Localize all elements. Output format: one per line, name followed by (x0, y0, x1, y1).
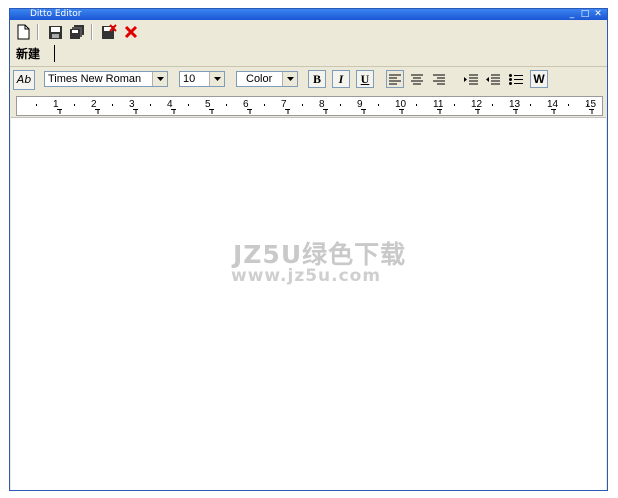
ruler-tick (150, 104, 151, 106)
minimize-icon[interactable]: _ (567, 9, 577, 19)
tab-stop-icon[interactable] (133, 109, 138, 114)
ruler-tick (378, 104, 379, 106)
tab-stop-icon[interactable] (247, 109, 252, 114)
window-title: Ditto Editor (30, 9, 82, 19)
tab-divider (54, 45, 55, 62)
editor-window: Ditto Editor _ □ ✕ 新建 Ab Times New Roman… (9, 8, 608, 491)
indent-icon[interactable] (462, 70, 480, 88)
save-icon[interactable] (46, 23, 64, 41)
ruler-tick (264, 104, 265, 106)
ruler-tick (302, 104, 303, 106)
align-right-icon[interactable] (430, 70, 448, 88)
align-left-icon[interactable] (386, 70, 404, 88)
ruler-tick (492, 104, 493, 106)
font-name-value: Times New Roman (48, 73, 142, 85)
ruler-tick (454, 104, 455, 106)
ruler-tick (74, 104, 75, 106)
editor-area[interactable]: JZ5U绿色下载 www.jz5u.com (11, 117, 606, 490)
tab-stop-icon[interactable] (437, 109, 442, 114)
ruler-tick (36, 104, 37, 106)
tab-stop-icon[interactable] (285, 109, 290, 114)
underline-button[interactable]: U (356, 70, 374, 88)
tab-stop-icon[interactable] (551, 109, 556, 114)
font-size-value: 10 (183, 73, 196, 85)
tab-stop-icon[interactable] (513, 109, 518, 114)
tab-stop-icon[interactable] (57, 109, 62, 114)
watermark-url: www.jz5u.com (231, 266, 382, 286)
close-icon[interactable]: ✕ (593, 9, 603, 19)
chevron-down-icon[interactable] (152, 72, 167, 86)
save-all-icon[interactable] (68, 23, 86, 41)
ruler-tick (340, 104, 341, 106)
tab-new[interactable]: 新建 (16, 45, 40, 62)
ruler-tick (568, 104, 569, 106)
tab-stop-icon[interactable] (209, 109, 214, 114)
maximize-icon[interactable]: □ (580, 9, 590, 19)
ruler-tick (587, 104, 588, 106)
title-bar[interactable]: Ditto Editor _ □ ✕ (10, 9, 607, 20)
ruler-tick (530, 104, 531, 106)
font-style-button[interactable]: Ab (13, 70, 35, 90)
ruler-tick (416, 104, 417, 106)
toolbar-divider (37, 24, 39, 40)
chevron-down-icon[interactable] (209, 72, 224, 86)
tab-stop-icon[interactable] (399, 109, 404, 114)
save-close-icon[interactable] (100, 23, 118, 41)
bullet-list-icon[interactable] (507, 70, 525, 88)
format-toolbar: Ab Times New Roman 10 Color B I U W (10, 66, 607, 93)
delete-icon[interactable] (122, 23, 140, 41)
main-toolbar (10, 21, 607, 43)
chevron-down-icon[interactable] (282, 72, 297, 86)
align-center-icon[interactable] (408, 70, 426, 88)
tab-stop-icon[interactable] (171, 109, 176, 114)
ruler[interactable]: 1 2 3 4 5 6 7 8 9 10 11 12 13 14 15 (16, 96, 603, 116)
tab-stop-icon[interactable] (323, 109, 328, 114)
tab-bar: 新建 (10, 43, 607, 65)
tab-stop-icon[interactable] (361, 109, 366, 114)
font-size-select[interactable]: 10 (179, 71, 225, 87)
tab-stop-icon[interactable] (95, 109, 100, 114)
font-name-select[interactable]: Times New Roman (44, 71, 168, 87)
toolbar-divider (91, 24, 93, 40)
bold-button[interactable]: B (308, 70, 326, 88)
outdent-icon[interactable] (484, 70, 502, 88)
tab-stop-icon[interactable] (475, 109, 480, 114)
color-select[interactable]: Color (236, 71, 298, 87)
ruler-tick (226, 104, 227, 106)
new-document-icon[interactable] (14, 23, 32, 41)
ruler-tick (188, 104, 189, 106)
tab-stop-icon[interactable] (589, 109, 594, 114)
ruler-tick (112, 104, 113, 106)
wrap-button[interactable]: W (530, 70, 548, 88)
italic-button[interactable]: I (332, 70, 350, 88)
color-value: Color (246, 73, 273, 85)
